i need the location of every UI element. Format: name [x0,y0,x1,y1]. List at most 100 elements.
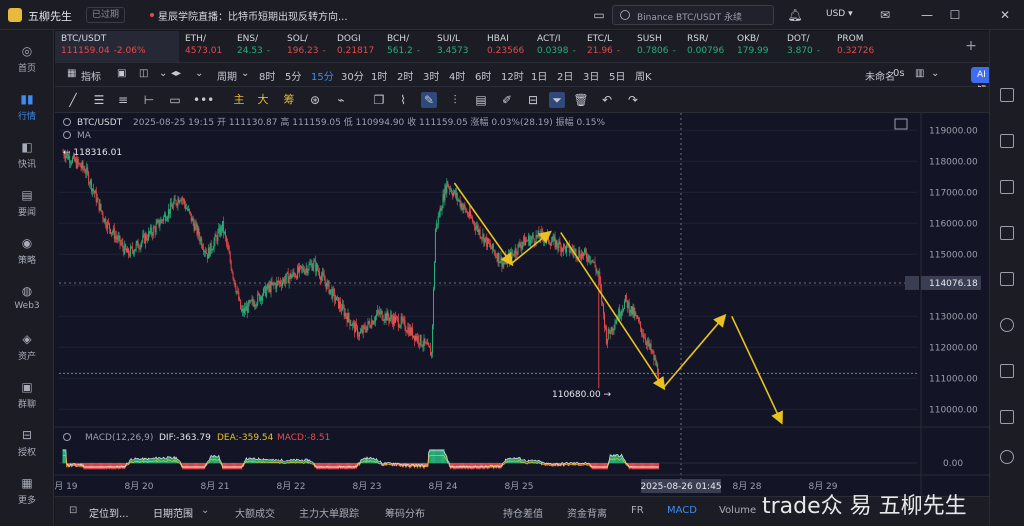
interval-0[interactable]: 8时 [259,68,275,83]
pen-tool-icon[interactable]: ✎ [421,92,437,108]
sidebar-item-5[interactable]: ◍ Web3 [0,278,54,322]
add-tab-icon[interactable]: + [962,37,980,55]
ruler-icon[interactable]: ⌇ [395,92,411,108]
bottom-tab-7[interactable]: Volume [719,505,756,516]
copy-icon[interactable]: ❐ [371,92,387,108]
layout-icon[interactable]: ▥ [915,68,924,79]
redo-icon[interactable]: ↷ [625,92,641,108]
panel-icon[interactable]: ▭ [590,6,608,24]
interval-14[interactable]: 周K [635,68,652,83]
interval-12[interactable]: 3日 [583,68,599,83]
interval-4[interactable]: 1时 [371,68,387,83]
sidebar-item-2[interactable]: ◧ 快讯 [0,134,54,178]
calendar-icon[interactable] [1000,364,1014,378]
sidebar-item-9[interactable]: ▦ 更多 [0,470,54,514]
horizontal-lines-icon[interactable]: ☰ [91,92,107,108]
calendar-icon[interactable]: ▣ [117,68,126,79]
search-input[interactable]: Binance BTC/USDT 永续 [612,5,774,25]
crosshair-add-button[interactable] [905,275,919,290]
sidebar-item-7[interactable]: ▣ 群聊 [0,374,54,418]
interval-9[interactable]: 12时 [501,68,524,83]
currency-select[interactable]: USD ▾ [826,9,853,19]
bottom-tab-0[interactable]: 大额成交 [235,505,275,520]
chevron-down-icon[interactable]: ⌄ [159,68,167,79]
symbol-tab[interactable]: BTC/USDT 111159.04 -2.06% [55,31,179,62]
sidebar-item-0[interactable]: ◎ 首页 [0,38,54,82]
chevron-down-icon[interactable]: ⌄ [241,68,249,79]
grid-icon[interactable] [1000,226,1014,240]
interval-11[interactable]: 2日 [557,68,573,83]
chart-type-icon[interactable] [1000,134,1014,148]
sidebar-item-1[interactable]: ▮▮ 行情 [0,86,54,130]
chevron-down-icon[interactable]: ⌄ [931,68,939,79]
undo-icon[interactable]: ↶ [599,92,615,108]
brush-icon[interactable]: ✐ [499,92,515,108]
symbol-tab[interactable]: RSR/0.00796 [681,31,731,62]
bottom-tab-1[interactable]: 主力大单跟踪 [299,505,359,520]
symbol-tab[interactable]: DOT/3.870- [781,31,831,62]
sidebar-item-8[interactable]: ⊟ 授权 [0,422,54,466]
interval-8[interactable]: 6时 [475,68,491,83]
lock-icon[interactable]: ⊟ [525,92,541,108]
move-icon[interactable]: ◂▸ [171,68,181,79]
symbol-tab[interactable]: ACT/I 0.0398- [531,31,581,62]
position-icon[interactable]: ⊡ [69,505,77,516]
mail-icon[interactable]: ✉ [876,6,894,24]
price-chart[interactable]: 110000.00 111000.00 112000.00 113000.00 1140… [48,113,989,496]
sidebar-item-6[interactable]: ◈ 资产 [0,326,54,370]
bars-tool-icon[interactable]: ⫶ [447,92,463,108]
position-button[interactable]: 定位到... [89,505,129,520]
setting-icon[interactable] [1000,410,1014,424]
user-icon[interactable] [1000,272,1014,286]
sidebar-item-4[interactable]: ◉ 策略 [0,230,54,274]
indicator-icon[interactable]: ▦ [67,68,76,79]
symbol-tab[interactable]: PROM 0.32726 [831,31,881,62]
rectangle-tool-icon[interactable]: ▭ [167,92,183,108]
fullscreen-icon[interactable] [894,118,908,130]
sidebar-item-3[interactable]: ▤ 要闻 [0,182,54,226]
bottom-tab-5[interactable]: FR [631,505,644,516]
eye-icon[interactable] [63,433,71,441]
expired-badge[interactable]: 已过期 [86,7,126,23]
interval-7[interactable]: 4时 [449,68,465,83]
interval-1[interactable]: 5分 [285,68,301,83]
filter-icon[interactable]: ⏷ [549,92,565,108]
interval-5[interactable]: 2时 [397,68,413,83]
square-tool-icon[interactable]: ◫ [139,68,148,79]
symbol-tab[interactable]: SUSH 0.7806- [631,31,681,62]
symbol-tab[interactable]: HBAI 0.23566 [481,31,531,62]
interval-2[interactable]: 15分 [311,68,334,83]
symbol-tab[interactable]: ENS/24.53- [231,31,281,62]
chips-tool[interactable]: 筹 [281,92,297,108]
clock-icon[interactable] [1000,318,1014,332]
symbol-tab[interactable]: ETC/L 21.96- [581,31,631,62]
horizontal-line-icon[interactable]: ⊢ [141,92,157,108]
trendline-tool-icon[interactable]: ╱ [65,92,81,108]
interval-3[interactable]: 30分 [341,68,364,83]
symbol-tab[interactable]: SOL/196.23- [281,31,331,62]
clipboard-icon[interactable]: ▤ [473,92,489,108]
period-button[interactable]: 周期 [217,68,237,83]
symbol-tab[interactable]: DOGI 0.21817 [331,31,381,62]
interval-10[interactable]: 1日 [531,68,547,83]
maximize-icon[interactable]: ☐ [946,6,964,24]
main-tool[interactable]: 主 [231,92,247,108]
bell-icon[interactable]: 🔔︎ [786,6,804,24]
chart-area[interactable]: 110000.00 111000.00 112000.00 113000.00 1140… [48,113,989,496]
news-ticker[interactable]: 星辰学院直播：比特币短期出现反转方向... [158,8,358,23]
chevron-down-icon[interactable]: ⌄ [195,68,203,79]
bottom-tab-6[interactable]: MACD [667,505,697,516]
eye-icon[interactable] [63,118,71,126]
symbol-tab[interactable]: ETH/4573.01 [179,31,231,62]
date-range-button[interactable]: 日期范围 [153,505,193,520]
help-icon[interactable] [1000,450,1014,464]
big-tool[interactable]: 大 [255,92,271,108]
minimize-icon[interactable]: — [918,6,936,24]
unnamed-layout-text[interactable]: 未命名 [865,68,895,83]
bottom-tab-3[interactable]: 持仓差值 [503,505,543,520]
text-tool-icon[interactable]: ⌁ [333,92,349,108]
eye-icon[interactable] [63,131,71,139]
symbol-tab[interactable]: SUI/L 3.4573 [431,31,481,62]
parallel-lines-icon[interactable]: ≡ [115,92,131,108]
more-dots-icon[interactable]: ••• [193,92,214,108]
